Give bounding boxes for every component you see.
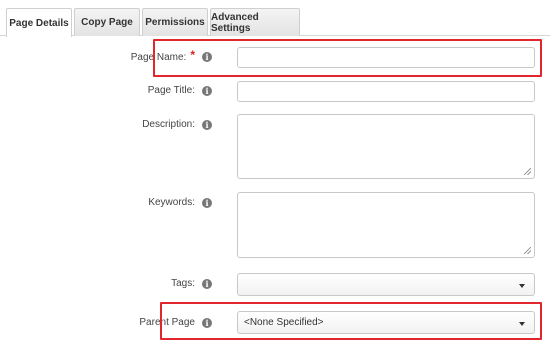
description-label-text: Description: (142, 119, 195, 130)
info-icon[interactable]: i (202, 119, 212, 130)
info-icon[interactable]: i (202, 52, 212, 62)
page-name-label: Page Name: * i (130, 48, 212, 64)
page-title-input[interactable] (237, 81, 535, 102)
tab-bar: Page Details Copy Page Permissions Advan… (0, 0, 550, 37)
required-marker: * (190, 48, 195, 62)
caret-down-icon (519, 321, 525, 326)
keywords-textarea[interactable] (237, 192, 535, 258)
parent-page-value: <None Specified> (244, 317, 324, 328)
keywords-label-text: Keywords: (148, 197, 195, 208)
page-settings-panel: Page Details Copy Page Permissions Advan… (0, 0, 550, 347)
parent-page-label-text: Parent Page (139, 317, 195, 328)
tab-permissions[interactable]: Permissions (142, 8, 208, 36)
page-title-label: Page Title: i (148, 85, 212, 96)
keywords-label: Keywords: i (148, 197, 212, 208)
info-icon[interactable]: i (202, 197, 212, 208)
description-textarea[interactable] (237, 114, 535, 179)
info-icon[interactable]: i (202, 317, 212, 328)
page-name-input[interactable] (237, 47, 535, 68)
tab-advanced-settings[interactable]: Advanced Settings (210, 8, 300, 36)
tab-copy-page[interactable]: Copy Page (74, 8, 140, 36)
parent-page-label: Parent Page i (139, 317, 212, 328)
tags-select[interactable] (237, 273, 535, 296)
parent-page-select[interactable]: <None Specified> (237, 311, 535, 334)
description-label: Description: i (142, 119, 212, 130)
page-title-label-text: Page Title: (147, 85, 195, 96)
info-icon[interactable]: i (202, 85, 212, 96)
tab-page-details[interactable]: Page Details (6, 8, 72, 37)
caret-down-icon (519, 283, 525, 288)
info-icon[interactable]: i (202, 278, 212, 289)
resize-grip-icon[interactable] (524, 168, 531, 175)
resize-grip-icon[interactable] (524, 247, 531, 254)
tags-label: Tags: i (171, 278, 212, 289)
page-name-label-text: Page Name: (130, 51, 187, 63)
tags-label-text: Tags: (171, 278, 195, 289)
